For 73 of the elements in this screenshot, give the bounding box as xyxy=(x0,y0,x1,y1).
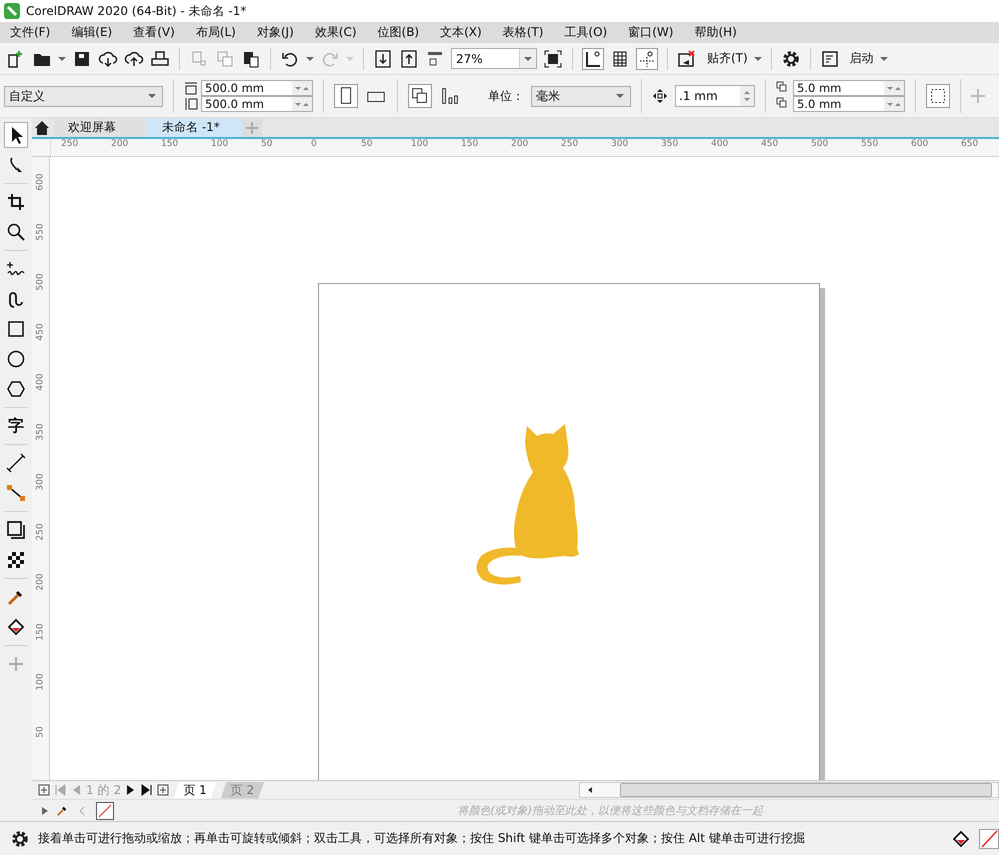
page-of-label: 的 xyxy=(98,782,110,798)
all-pages-icon[interactable] xyxy=(408,84,432,108)
page-size-dropdown[interactable]: 自定义 xyxy=(4,86,163,106)
menu-item[interactable]: 文本(X) xyxy=(440,24,482,41)
units-label: 单位： xyxy=(488,88,524,104)
launch-menu[interactable]: 启动 xyxy=(850,50,874,67)
horizontal-scrollbar[interactable] xyxy=(579,782,999,798)
settings-icon[interactable] xyxy=(10,828,30,848)
menu-item[interactable]: 效果(C) xyxy=(314,24,357,41)
import-icon[interactable] xyxy=(373,48,393,68)
page-width-field[interactable]: 500.0 mm xyxy=(201,80,313,96)
settings-icon[interactable] xyxy=(780,48,801,68)
duplicate-y-field[interactable]: 5.0 mm xyxy=(793,96,905,112)
caret-icon[interactable] xyxy=(58,56,66,60)
fill-icon[interactable] xyxy=(951,828,971,848)
export-icon[interactable] xyxy=(399,48,419,68)
zoom-level-field[interactable]: 27% xyxy=(451,48,537,69)
page-count: 2 xyxy=(114,783,122,797)
duplicate-x-field[interactable]: 5.0 mm xyxy=(793,80,905,96)
page-tab[interactable]: 页 1 xyxy=(173,782,217,798)
text-tool[interactable]: 字 xyxy=(4,413,28,439)
current-page-icon[interactable] xyxy=(439,85,461,107)
document-tab[interactable]: 欢迎屏幕 xyxy=(54,118,148,137)
full-screen-icon[interactable] xyxy=(543,48,563,68)
page-frame-icon[interactable] xyxy=(926,84,950,108)
menu-item[interactable]: 文件(F) xyxy=(10,24,50,41)
menu-item[interactable]: 布局(L) xyxy=(196,24,236,41)
snap-off-icon[interactable] xyxy=(677,48,697,68)
menu-item[interactable]: 编辑(E) xyxy=(71,24,112,41)
menu-item[interactable]: 查看(V) xyxy=(133,24,175,41)
nudge-distance-field[interactable]: .1 mm xyxy=(675,85,755,107)
window-title: CorelDRAW 2020 (64-Bit) - 未命名 -1* xyxy=(26,2,246,20)
vertical-ruler: 600 550 500 450 400 350 300 250 200 150 100 50 xyxy=(32,157,50,780)
menu-item[interactable]: 帮助(H) xyxy=(694,24,737,41)
nudge-icon xyxy=(652,88,668,104)
insert-page-icon[interactable] xyxy=(38,784,50,796)
eyedropper-icon[interactable] xyxy=(56,804,68,816)
spin-arrows-icon[interactable] xyxy=(292,97,312,111)
last-page-icon[interactable] xyxy=(141,784,154,796)
menu-item[interactable]: 位图(B) xyxy=(378,24,420,41)
menu-item[interactable]: 表格(T) xyxy=(502,24,544,41)
guidelines-icon[interactable] xyxy=(636,48,658,70)
horizontal-ruler: 250 200 150 100 50 0 50 100 150 200 250 300 350 400 450 500 550 600 650 xyxy=(60,139,980,151)
page-height-icon xyxy=(184,97,198,111)
caret-icon[interactable] xyxy=(306,56,314,60)
pick-tool-icon[interactable] xyxy=(4,122,28,148)
menu-item[interactable]: 对象(J) xyxy=(256,24,294,41)
no-color-swatch[interactable] xyxy=(96,802,114,820)
document-tab[interactable]: 未命名 -1* xyxy=(148,118,242,137)
caret-icon[interactable] xyxy=(880,56,888,60)
no-outline-swatch[interactable] xyxy=(979,828,999,848)
menu-item[interactable]: 窗口(W) xyxy=(628,24,674,41)
caret-icon[interactable] xyxy=(754,56,762,60)
snap-to-menu[interactable]: 贴齐(T) xyxy=(707,50,748,67)
print-icon[interactable] xyxy=(150,48,170,68)
palette-hint: 将颜色(或对象)拖动至此处，以便将这些颜色与文档存储在一起 xyxy=(457,803,763,818)
portrait-icon[interactable] xyxy=(334,84,358,108)
spin-arrows-icon[interactable] xyxy=(292,81,312,95)
rulers-icon[interactable] xyxy=(582,48,604,70)
units-dropdown[interactable]: 毫米 xyxy=(531,86,631,106)
spin-arrows-icon[interactable] xyxy=(884,97,904,111)
window-icon[interactable] xyxy=(820,48,840,68)
status-message: 接着单击可进行拖动或缩放；再单击可旋转或倾斜；双击工具，可选择所有对象；按住 Shift 键单击可选择多个对象；按住 Alt 键单击可进行挖掘 xyxy=(38,830,805,847)
spin-arrows-icon[interactable] xyxy=(740,86,754,106)
menu-item[interactable]: 工具(O) xyxy=(564,24,608,41)
page-width-icon xyxy=(184,81,198,95)
insert-page-icon[interactable] xyxy=(157,784,170,796)
spin-arrows-icon[interactable] xyxy=(884,81,904,95)
app-logo-icon xyxy=(4,3,20,19)
current-page-number: 1 xyxy=(86,783,94,797)
expand-arrow-icon[interactable] xyxy=(42,806,48,814)
home-icon[interactable] xyxy=(34,120,50,136)
page-height-field[interactable]: 500.0 mm xyxy=(201,96,313,112)
